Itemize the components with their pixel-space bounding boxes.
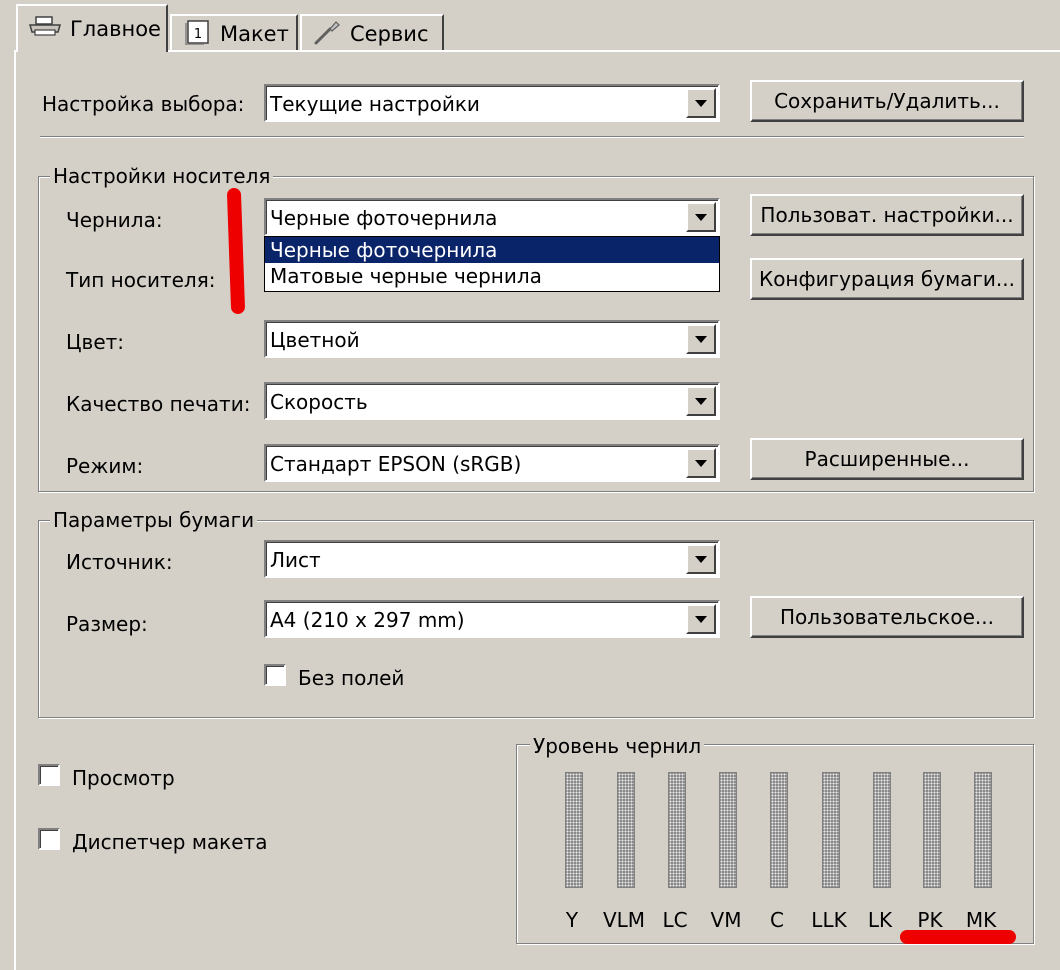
- wrench-icon: [312, 19, 342, 50]
- ink-option[interactable]: Матовые черные чернила: [265, 263, 719, 289]
- ink-option[interactable]: Черные фоточернила: [265, 237, 719, 263]
- printer-icon: [28, 15, 62, 43]
- tab-label: Макет: [220, 22, 289, 46]
- svg-text:1: 1: [194, 27, 202, 42]
- page-layout-icon: 1: [182, 19, 212, 50]
- tab-main[interactable]: Главное: [16, 4, 168, 52]
- tab-label: Сервис: [350, 22, 429, 46]
- tab-label: Главное: [70, 17, 161, 41]
- tab-service[interactable]: Сервис: [300, 14, 444, 52]
- tab-layout[interactable]: 1 Макет: [170, 14, 298, 52]
- red-underline-mark: [900, 930, 1016, 944]
- ink-dropdown-list: Черные фоточернила Матовые черные чернил…: [264, 236, 720, 292]
- tab-panel: [14, 50, 1060, 970]
